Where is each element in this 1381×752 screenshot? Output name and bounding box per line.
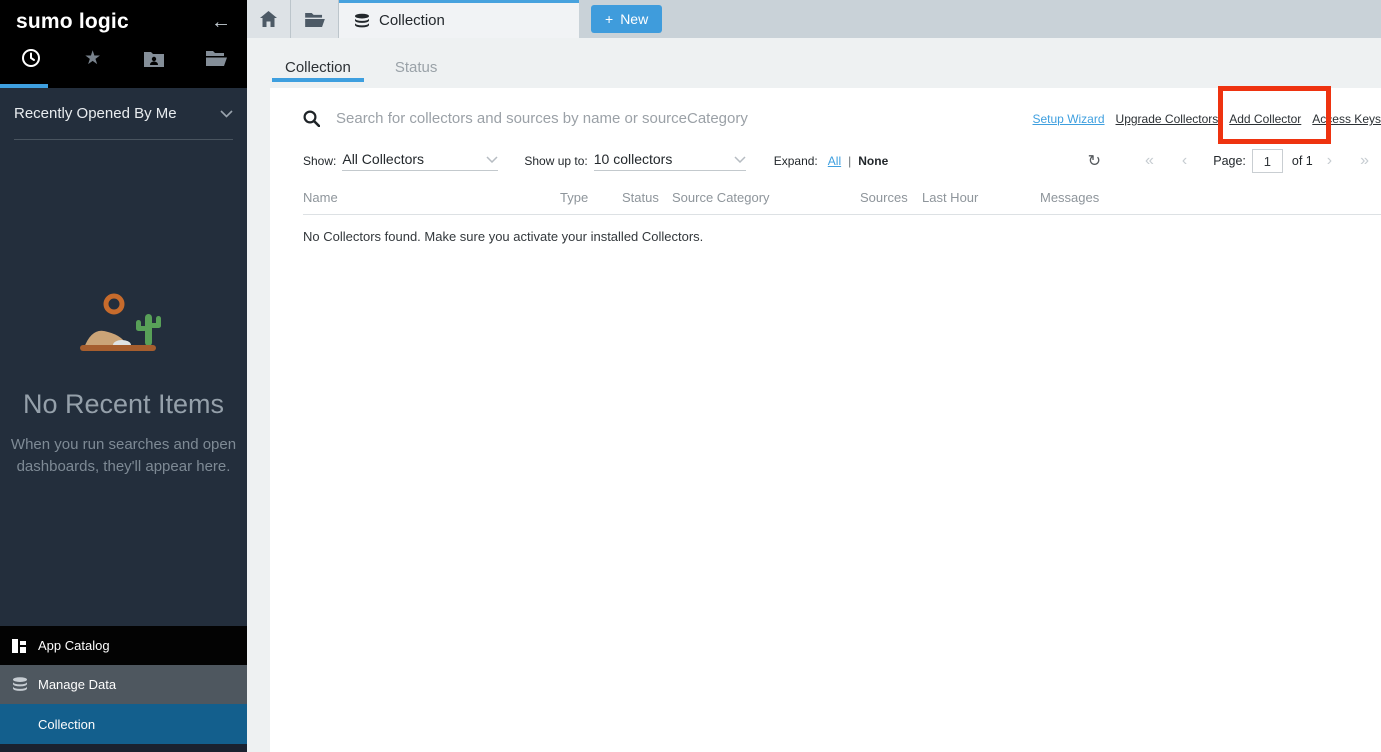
page-label: Page: <box>1213 154 1246 168</box>
sidebar-item-manage-data[interactable]: Manage Data <box>0 665 247 704</box>
manage-data-label: Manage Data <box>38 677 116 692</box>
app-catalog-label: App Catalog <box>38 638 110 653</box>
library-button[interactable] <box>291 0 339 38</box>
home-icon <box>260 11 277 27</box>
add-collector-link[interactable]: Add Collector <box>1229 112 1301 126</box>
tab-collection[interactable]: Collection <box>272 59 364 88</box>
app-catalog-grid-icon <box>12 639 38 653</box>
database-icon <box>12 677 38 692</box>
main-area: Collection + New Collection Status Setup… <box>247 0 1381 752</box>
sidebar-item-partial <box>0 744 247 752</box>
separator: | <box>848 154 851 168</box>
tab-status[interactable]: Status <box>382 59 451 88</box>
search-input[interactable] <box>336 110 1033 127</box>
last-page-icon[interactable]: » <box>1360 152 1369 170</box>
plus-icon: + <box>605 11 613 27</box>
collapse-sidebar-arrow-icon[interactable]: ← <box>211 12 231 32</box>
recent-filter-label: Recently Opened By Me <box>14 105 177 122</box>
show-dropdown[interactable]: All Collectors <box>342 151 498 171</box>
search-icon <box>303 110 320 127</box>
home-button[interactable] <box>247 0 291 38</box>
page-number-input[interactable] <box>1252 149 1283 173</box>
prev-page-icon[interactable]: ‹ <box>1182 152 1187 170</box>
active-nav-indicator <box>0 84 48 88</box>
column-header-sources[interactable]: Sources <box>860 190 922 205</box>
database-icon <box>354 13 370 29</box>
column-header-type[interactable]: Type <box>560 190 622 205</box>
sidebar-header: sumo logic ← ★ <box>0 0 247 88</box>
expand-none-link[interactable]: None <box>858 154 888 168</box>
expand-all-link[interactable]: All <box>828 154 841 168</box>
show-up-to-dropdown[interactable]: 10 collectors <box>594 151 746 171</box>
no-recent-items-panel: No Recent Items When you run searches an… <box>11 292 236 478</box>
sub-tab-bar: Collection Status <box>247 38 1381 88</box>
collection-label: Collection <box>38 717 95 732</box>
first-page-icon[interactable]: « <box>1145 152 1154 170</box>
show-label: Show: <box>303 154 336 168</box>
chevron-down-icon <box>220 110 233 118</box>
favorites-star-icon[interactable]: ★ <box>62 36 124 80</box>
collection-content: Setup Wizard Upgrade Collectors Add Coll… <box>247 88 1381 752</box>
new-button[interactable]: + New <box>591 5 662 33</box>
collectors-table-header: Name Type Status Source Category Sources… <box>303 190 1381 215</box>
column-header-last-hour[interactable]: Last Hour <box>922 190 1040 205</box>
pagination: ↻ « ‹ Page: of 1 › » <box>1088 149 1381 173</box>
show-up-to-label: Show up to: <box>524 154 587 168</box>
top-tab-bar: Collection + New <box>247 0 1381 38</box>
desert-illustration <box>68 292 180 358</box>
library-folder-icon[interactable] <box>185 36 247 80</box>
setup-wizard-link[interactable]: Setup Wizard <box>1033 112 1105 126</box>
next-page-icon[interactable]: › <box>1327 152 1332 170</box>
panel-gutter <box>247 88 270 752</box>
refresh-icon[interactable]: ↻ <box>1088 151 1101 171</box>
chevron-down-icon <box>486 156 498 163</box>
column-header-source-category[interactable]: Source Category <box>672 190 860 205</box>
sidebar-item-collection[interactable]: Collection <box>0 704 247 744</box>
no-recent-items-caption: When you run searches and open dashboard… <box>11 434 236 478</box>
no-collectors-message: No Collectors found. Make sure you activ… <box>303 229 1381 244</box>
sumo-logic-logo: sumo logic <box>16 10 129 34</box>
access-keys-link[interactable]: Access Keys <box>1312 112 1381 126</box>
filter-row: Show: All Collectors Show up to: 10 coll… <box>303 147 1381 175</box>
no-recent-items-title: No Recent Items <box>11 389 236 420</box>
search-row: Setup Wizard Upgrade Collectors Add Coll… <box>303 105 1381 131</box>
left-sidebar: sumo logic ← ★ Recently Opened By Me <box>0 0 247 752</box>
upgrade-collectors-link[interactable]: Upgrade Collectors <box>1116 112 1219 126</box>
toolbar-links: Setup Wizard Upgrade Collectors Add Coll… <box>1033 110 1381 126</box>
column-header-messages[interactable]: Messages <box>1040 190 1381 205</box>
sidebar-footer: App Catalog Manage Data Collection <box>0 626 247 752</box>
sidebar-item-app-catalog[interactable]: App Catalog <box>0 626 247 665</box>
collection-window-tab[interactable]: Collection <box>339 0 579 38</box>
personal-folder-icon[interactable] <box>124 36 186 80</box>
recent-clock-icon[interactable] <box>0 36 62 80</box>
chevron-down-icon <box>734 156 746 163</box>
recent-filter-dropdown[interactable]: Recently Opened By Me <box>14 88 233 140</box>
sidebar-body: No Recent Items When you run searches an… <box>0 140 247 626</box>
column-header-name[interactable]: Name <box>303 190 560 205</box>
tab-label: Collection <box>379 12 445 29</box>
page-of-label: of 1 <box>1292 154 1313 168</box>
folder-icon <box>305 12 325 27</box>
column-header-status[interactable]: Status <box>622 190 672 205</box>
expand-label: Expand: <box>774 154 818 168</box>
